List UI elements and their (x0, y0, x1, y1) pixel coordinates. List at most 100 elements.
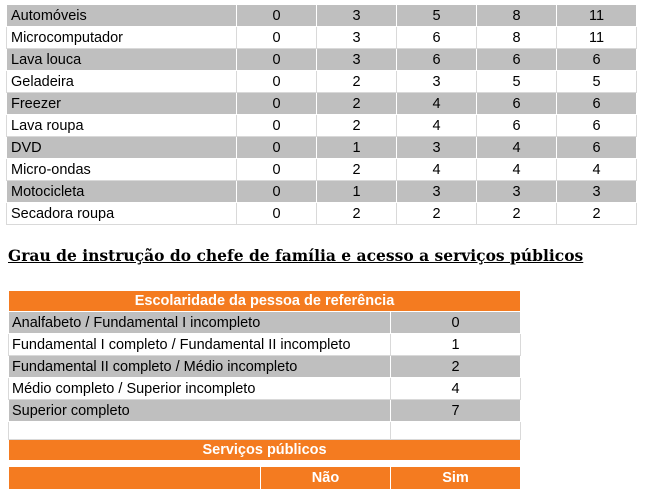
table-row: Microcomputador 0 3 6 8 11 (6, 26, 637, 49)
item-points-cell: 5 (476, 70, 557, 93)
item-points-cell: 3 (476, 180, 557, 203)
item-label: Micro-ondas (6, 158, 237, 181)
table-row: Micro-ondas 0 2 4 4 4 (6, 158, 637, 181)
education-label: Superior completo (8, 399, 391, 422)
education-points-table: Escolaridade da pessoa de referência Ana… (7, 290, 522, 461)
item-points-cell: 5 (396, 4, 477, 27)
items-points-table: Automóveis 0 3 5 8 11 Microcomputador 0 3 6 8 11 Lav… (6, 4, 637, 225)
table-row: DVD 0 1 3 4 6 (6, 136, 637, 159)
blank-cell (389, 421, 522, 440)
education-header: Escolaridade da pessoa de referência (7, 290, 522, 312)
table-row: Lava roupa 0 2 4 6 6 (6, 114, 637, 137)
table-row: Freezer 0 2 4 6 6 (6, 92, 637, 115)
item-points-cell: 2 (396, 202, 477, 225)
item-points-cell: 6 (556, 48, 637, 71)
table-row: Lava louca 0 3 6 6 6 (6, 48, 637, 71)
education-label: Médio completo / Superior incompleto (8, 377, 391, 400)
education-points-cell: 4 (389, 377, 522, 400)
item-points-cell: 3 (556, 180, 637, 203)
item-points-cell: 6 (396, 48, 477, 71)
item-label: Microcomputador (6, 26, 237, 49)
education-points-cell: 7 (389, 399, 522, 422)
item-points-cell: 0 (236, 136, 317, 159)
item-points-cell: 6 (476, 114, 557, 137)
item-points-cell: 4 (396, 92, 477, 115)
item-points-cell: 0 (236, 92, 317, 115)
item-points-cell: 3 (396, 180, 477, 203)
blank-cell (8, 421, 391, 440)
table-row: Automóveis 0 3 5 8 11 (6, 4, 637, 27)
item-points-cell: 4 (396, 158, 477, 181)
item-points-cell: 5 (556, 70, 637, 93)
item-label: Lava louca (6, 48, 237, 71)
item-points-cell: 3 (396, 136, 477, 159)
item-points-cell: 0 (236, 158, 317, 181)
item-points-cell: 8 (476, 4, 557, 27)
table-row: Analfabeto / Fundamental I incompleto 0 (8, 311, 522, 334)
item-points-cell: 0 (236, 70, 317, 93)
item-points-cell: 6 (476, 92, 557, 115)
item-points-cell: 4 (556, 158, 637, 181)
item-points-cell: 2 (316, 158, 397, 181)
services-header: Serviços públicos (7, 439, 522, 461)
table-row: Motocicleta 0 1 3 3 3 (6, 180, 637, 203)
services-columns-table: Não Sim (8, 466, 521, 490)
item-label: Secadora roupa (6, 202, 237, 225)
table-row: Médio completo / Superior incompleto 4 (8, 377, 522, 400)
education-label: Analfabeto / Fundamental I incompleto (8, 311, 391, 334)
item-label: DVD (6, 136, 237, 159)
item-label: Automóveis (6, 4, 237, 27)
item-points-cell: 2 (316, 202, 397, 225)
item-points-cell: 0 (236, 4, 317, 27)
education-points-cell: 0 (389, 311, 522, 334)
item-points-cell: 6 (396, 26, 477, 49)
item-points-cell: 3 (316, 26, 397, 49)
item-points-cell: 3 (396, 70, 477, 93)
item-label: Lava roupa (6, 114, 237, 137)
item-points-cell: 2 (556, 202, 637, 225)
item-label: Motocicleta (6, 180, 237, 203)
item-points-cell: 11 (556, 26, 637, 49)
item-label: Freezer (6, 92, 237, 115)
item-points-cell: 0 (236, 48, 317, 71)
blank-row (8, 421, 522, 440)
item-points-cell: 2 (316, 92, 397, 115)
item-points-cell: 2 (316, 70, 397, 93)
table-row: Geladeira 0 2 3 5 5 (6, 70, 637, 93)
table-row: Secadora roupa 0 2 2 2 2 (6, 202, 637, 225)
item-points-cell: 3 (316, 48, 397, 71)
education-label: Fundamental I completo / Fundamental II … (8, 333, 391, 356)
item-points-cell: 1 (316, 180, 397, 203)
item-points-cell: 3 (316, 4, 397, 27)
item-points-cell: 0 (236, 180, 317, 203)
services-columns-row: Não Sim (8, 466, 521, 490)
item-points-cell: 4 (396, 114, 477, 137)
item-label: Geladeira (6, 70, 237, 93)
services-header-row: Serviços públicos (7, 439, 522, 461)
services-blank-cell (8, 466, 261, 490)
item-points-cell: 1 (316, 136, 397, 159)
education-points-cell: 1 (389, 333, 522, 356)
table-row: Superior completo 7 (8, 399, 522, 422)
table-row: Fundamental II completo / Médio incomple… (8, 355, 522, 378)
item-points-cell: 6 (556, 92, 637, 115)
item-points-cell: 11 (556, 4, 637, 27)
item-points-cell: 2 (316, 114, 397, 137)
services-col-nao: Não (260, 466, 391, 490)
item-points-cell: 0 (236, 26, 317, 49)
education-header-row: Escolaridade da pessoa de referência (7, 290, 522, 312)
item-points-cell: 2 (476, 202, 557, 225)
item-points-cell: 8 (476, 26, 557, 49)
item-points-cell: 6 (556, 114, 637, 137)
services-col-sim: Sim (390, 466, 521, 490)
item-points-cell: 0 (236, 114, 317, 137)
education-label: Fundamental II completo / Médio incomple… (8, 355, 391, 378)
item-points-cell: 4 (476, 158, 557, 181)
table-row: Fundamental I completo / Fundamental II … (8, 333, 522, 356)
item-points-cell: 0 (236, 202, 317, 225)
section-heading: Grau de instrução do chefe de família e … (8, 246, 584, 265)
item-points-cell: 4 (476, 136, 557, 159)
item-points-cell: 6 (556, 136, 637, 159)
education-points-cell: 2 (389, 355, 522, 378)
item-points-cell: 6 (476, 48, 557, 71)
